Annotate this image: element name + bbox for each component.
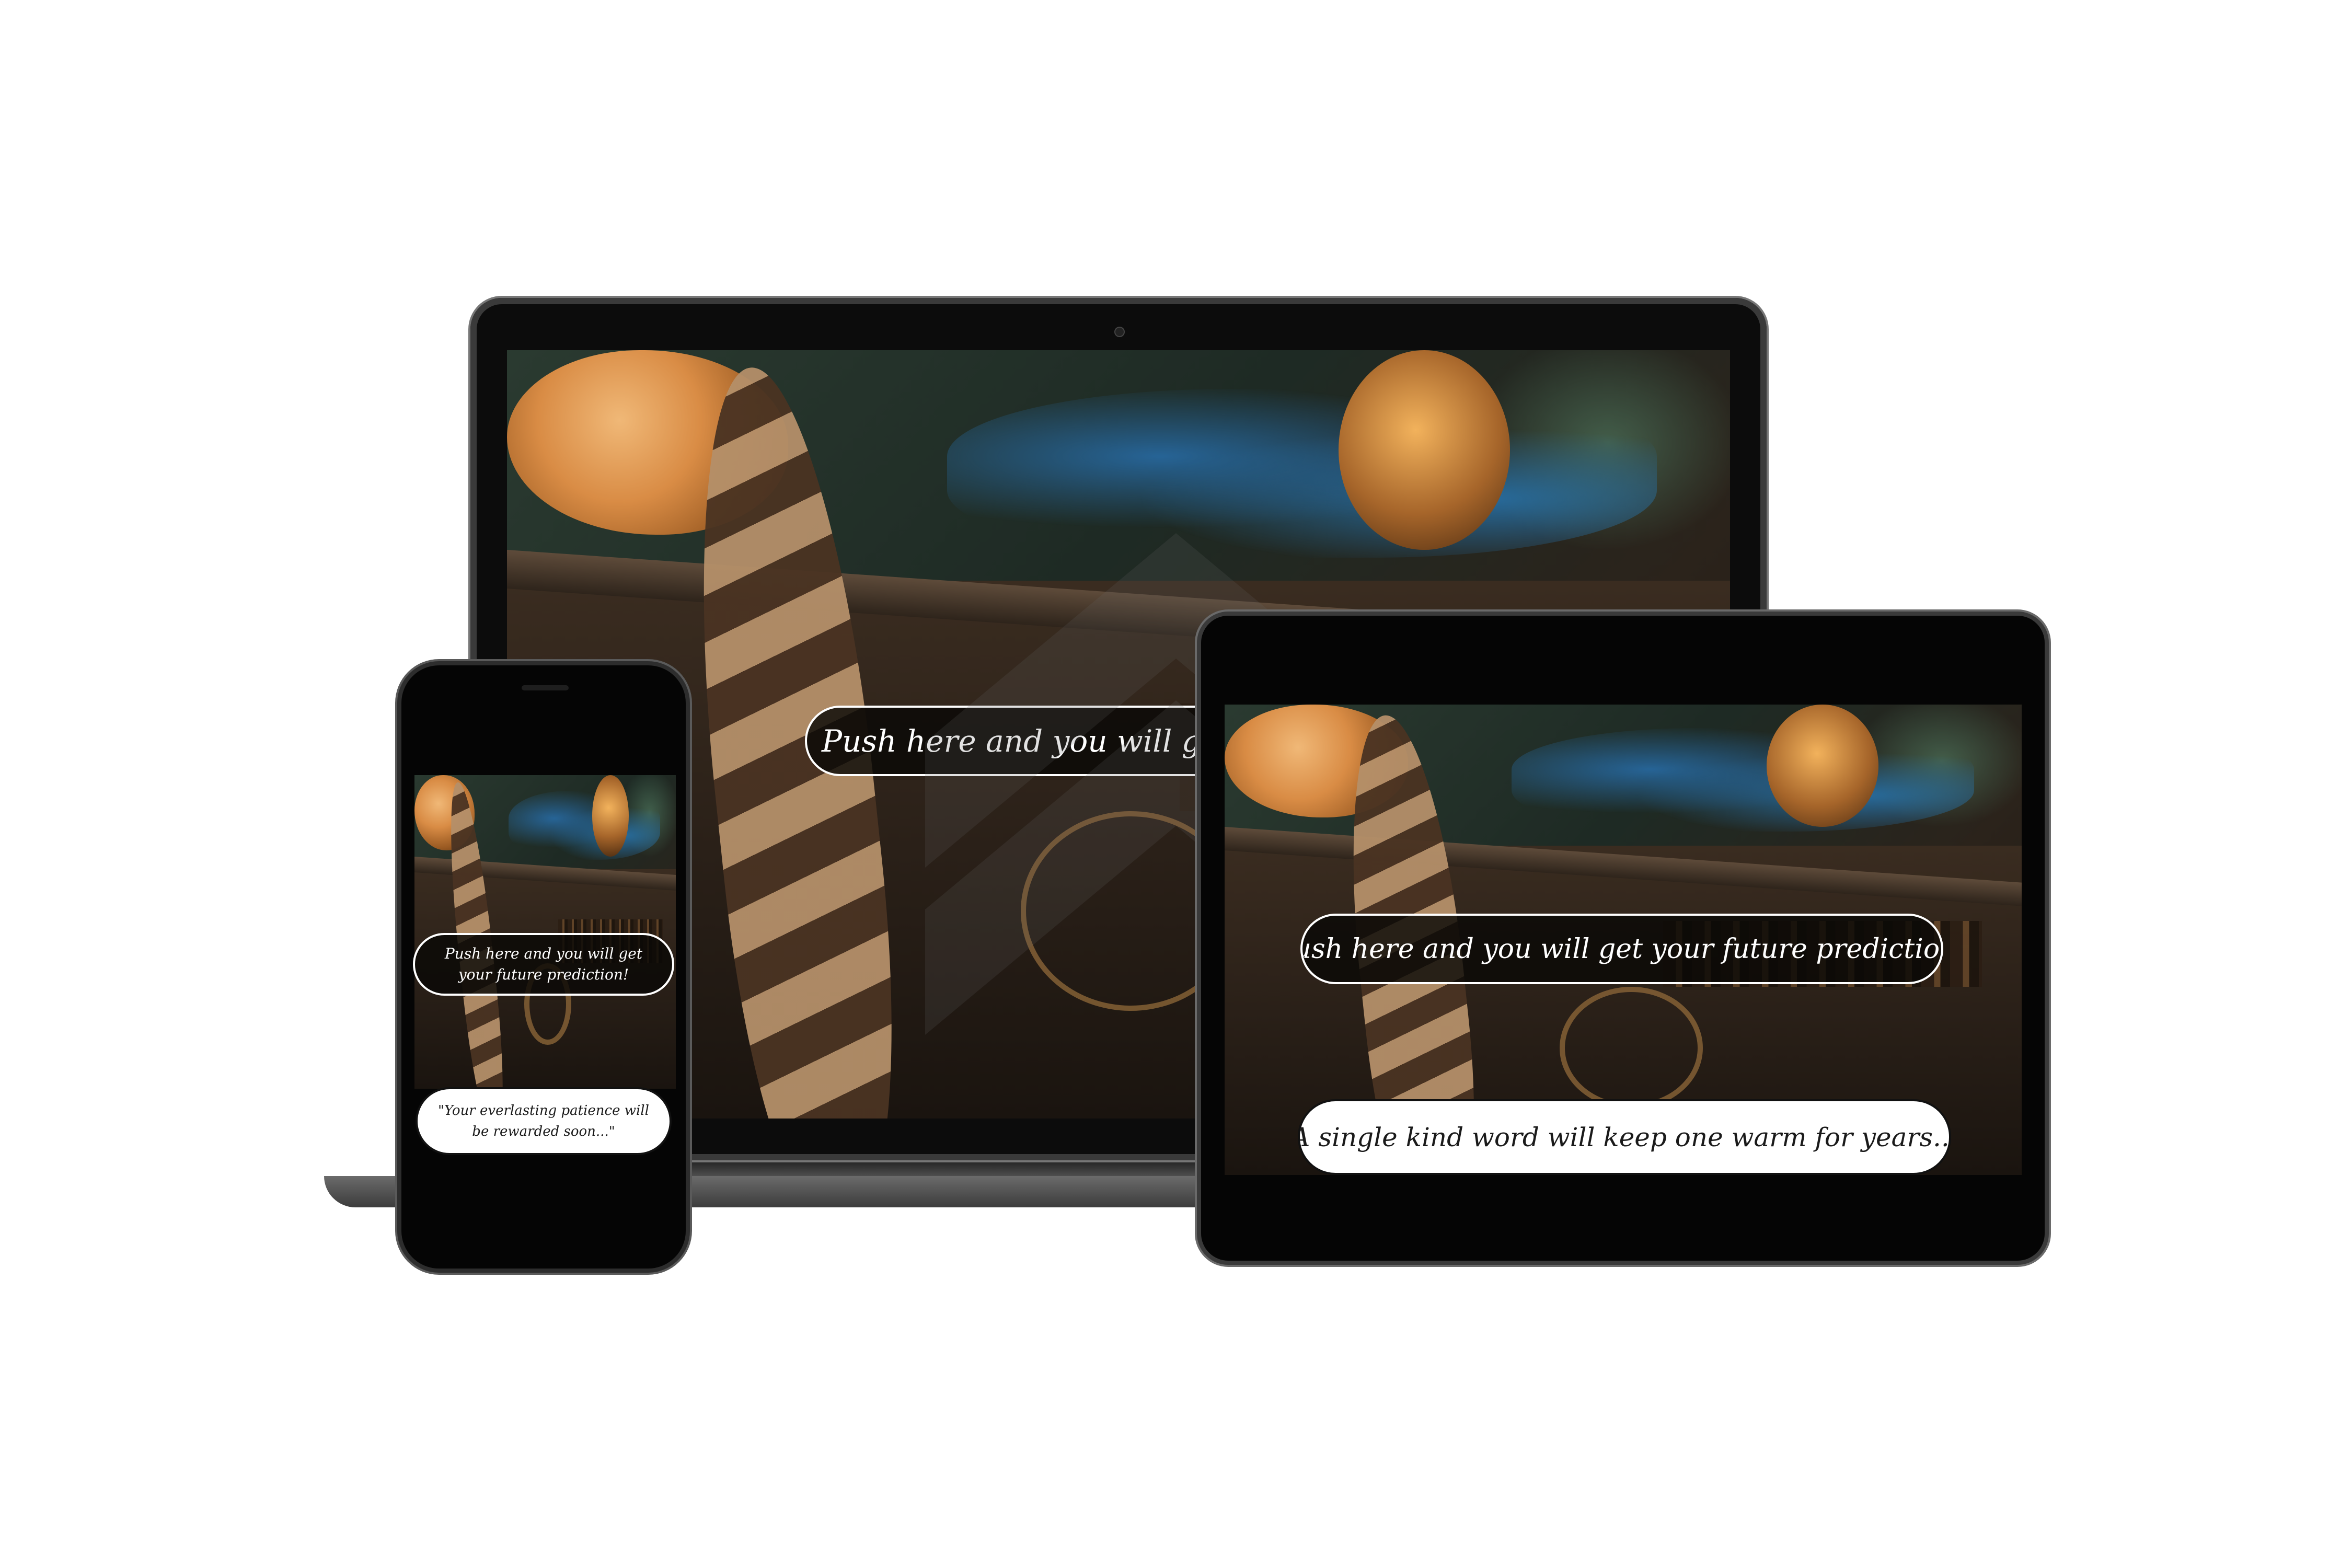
gold-ornament-image [1339, 350, 1510, 550]
beads-image [947, 388, 1657, 558]
beads-image [509, 791, 660, 860]
phone-prediction-button[interactable]: Push here and you will get your future p… [413, 933, 674, 996]
tablet-prediction-button-label: Push here and you will get your future p… [1300, 933, 1943, 965]
phone-speaker [522, 685, 569, 690]
phone-prediction-result: "Your everlasting patience will be rewar… [416, 1087, 672, 1155]
wheel-image [1559, 987, 1703, 1109]
tablet-device: Push here and you will get your future p… [1197, 612, 2049, 1265]
gold-ornament-image [592, 775, 629, 857]
tablet-prediction-button[interactable]: Push here and you will get your future p… [1300, 914, 1943, 984]
tablet-prediction-text: "A single kind word will keep one warm f… [1298, 1122, 1951, 1152]
beads-image [1512, 728, 1974, 832]
laptop-camera [1114, 327, 1125, 337]
tablet-prediction-result: "A single kind word will keep one warm f… [1298, 1099, 1951, 1175]
phone-prediction-button-label: Push here and you will get your future p… [444, 945, 643, 983]
gold-ornament-image [1767, 705, 1878, 827]
phone-screen [414, 775, 676, 1089]
phone-prediction-text: "Your everlasting patience will be rewar… [438, 1103, 649, 1139]
tablet-screen: Push here and you will get your future p… [1225, 705, 2022, 1175]
